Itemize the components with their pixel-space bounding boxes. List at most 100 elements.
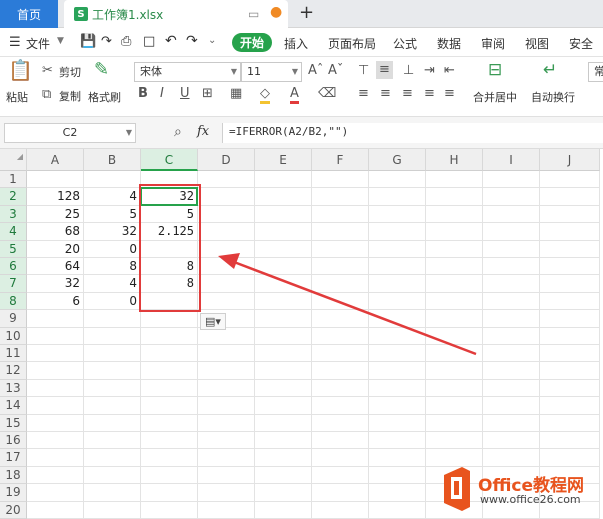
cell-g14[interactable] <box>369 397 426 415</box>
cell-d8[interactable] <box>198 292 255 311</box>
cell-i8[interactable] <box>483 292 540 311</box>
cell-h2[interactable] <box>426 188 483 206</box>
cell-b14[interactable] <box>84 397 141 415</box>
eraser-icon[interactable]: ⌫ <box>318 87 336 101</box>
cell-h8[interactable] <box>426 292 483 311</box>
cell-e14[interactable] <box>255 397 312 415</box>
column-header-g[interactable]: G <box>369 149 426 171</box>
cell-j8[interactable] <box>540 292 600 311</box>
font-color-icon[interactable]: A <box>290 87 299 104</box>
cell-j13[interactable] <box>540 379 600 398</box>
font-size-select[interactable]: 11 ▼ <box>241 62 302 82</box>
cell-h4[interactable] <box>426 223 483 241</box>
wrap-text-button[interactable]: 自动换行 <box>531 89 575 105</box>
outdent-icon[interactable]: ⇤ <box>444 64 455 78</box>
cell-f12[interactable] <box>312 362 369 380</box>
cell-a18[interactable] <box>27 466 84 485</box>
number-format-select[interactable]: 常 <box>588 62 603 82</box>
cell-g20[interactable] <box>369 501 426 519</box>
cell-d17[interactable] <box>198 449 255 467</box>
fx-button[interactable]: fx <box>197 124 209 139</box>
cell-d20[interactable] <box>198 501 255 519</box>
paste-icon[interactable]: 📋 <box>8 60 33 80</box>
column-header-f[interactable]: F <box>312 149 369 171</box>
tab-document[interactable]: S 工作簿1.xlsx ▭ ● <box>64 0 288 28</box>
cell-a20[interactable] <box>27 501 84 519</box>
wrap-text-icon[interactable]: ↵ <box>543 62 557 79</box>
cell-f3[interactable] <box>312 205 369 224</box>
cell-d10[interactable] <box>198 327 255 345</box>
format-painter-icon[interactable]: ✎ <box>94 61 109 79</box>
cell-a11[interactable] <box>27 345 84 363</box>
cell-j3[interactable] <box>540 205 600 224</box>
cell-e19[interactable] <box>255 484 312 502</box>
cell-h9[interactable] <box>426 310 483 328</box>
undo-icon[interactable]: ↶ <box>165 33 177 49</box>
cell-f20[interactable] <box>312 501 369 519</box>
row-header-4[interactable]: 4 <box>0 223 27 241</box>
row-header-10[interactable]: 10 <box>0 327 27 345</box>
cell-g5[interactable] <box>369 240 426 258</box>
cell-a2[interactable]: 128 <box>27 188 84 206</box>
cell-a7[interactable]: 32 <box>27 275 84 293</box>
merge-center-icon[interactable]: ⊟ <box>488 62 502 79</box>
cell-i4[interactable] <box>483 223 540 241</box>
justify-icon[interactable]: ≡ <box>424 87 435 101</box>
column-header-d[interactable]: D <box>198 149 255 171</box>
menu-start[interactable]: 开始 <box>232 33 272 52</box>
cell-a6[interactable]: 64 <box>27 258 84 276</box>
cell-h10[interactable] <box>426 327 483 345</box>
cell-j16[interactable] <box>540 432 600 450</box>
cell-b2[interactable]: 4 <box>84 188 141 206</box>
distributed-icon[interactable]: ≡ <box>444 87 455 101</box>
format-painter-button[interactable]: 格式刷 <box>88 89 121 105</box>
tab-home[interactable]: 首页 <box>0 0 58 28</box>
cell-c1[interactable] <box>141 171 198 189</box>
cell-d2[interactable] <box>198 188 255 206</box>
cell-b15[interactable] <box>84 414 141 432</box>
cell-g9[interactable] <box>369 310 426 328</box>
cell-g7[interactable] <box>369 275 426 293</box>
cell-d11[interactable] <box>198 345 255 363</box>
cell-b12[interactable] <box>84 362 141 380</box>
cell-j7[interactable] <box>540 275 600 293</box>
cell-i13[interactable] <box>483 379 540 398</box>
cell-g19[interactable] <box>369 484 426 502</box>
cell-f7[interactable] <box>312 275 369 293</box>
cell-h5[interactable] <box>426 240 483 258</box>
cell-f9[interactable] <box>312 310 369 328</box>
cell-b7[interactable]: 4 <box>84 275 141 293</box>
cell-b4[interactable]: 32 <box>84 223 141 241</box>
cell-j14[interactable] <box>540 397 600 415</box>
align-middle-icon[interactable]: ≡ <box>376 61 393 79</box>
cell-j15[interactable] <box>540 414 600 432</box>
row-header-16[interactable]: 16 <box>0 432 27 450</box>
cell-a9[interactable] <box>27 310 84 328</box>
cell-c17[interactable] <box>141 449 198 467</box>
cell-c15[interactable] <box>141 414 198 432</box>
cell-b13[interactable] <box>84 379 141 398</box>
cell-d13[interactable] <box>198 379 255 398</box>
cell-j9[interactable] <box>540 310 600 328</box>
cell-f18[interactable] <box>312 466 369 485</box>
cell-e4[interactable] <box>255 223 312 241</box>
hamburger-icon[interactable]: ☰ <box>9 35 21 50</box>
menu-review[interactable]: 审阅 <box>481 35 505 52</box>
cell-h16[interactable] <box>426 432 483 450</box>
align-left-icon[interactable]: ≡ <box>358 87 369 101</box>
row-header-13[interactable]: 13 <box>0 379 27 398</box>
print-preview-icon[interactable]: □ <box>143 34 155 49</box>
output-icon[interactable]: ↷ <box>101 34 112 49</box>
cell-h12[interactable] <box>426 362 483 380</box>
cell-b9[interactable] <box>84 310 141 328</box>
cell-g10[interactable] <box>369 327 426 345</box>
cell-e18[interactable] <box>255 466 312 485</box>
scissors-icon[interactable]: ✂ <box>42 64 53 78</box>
cell-g13[interactable] <box>369 379 426 398</box>
cell-d12[interactable] <box>198 362 255 380</box>
cell-j4[interactable] <box>540 223 600 241</box>
row-header-7[interactable]: 7 <box>0 275 27 293</box>
cell-e15[interactable] <box>255 414 312 432</box>
cell-d19[interactable] <box>198 484 255 502</box>
row-header-11[interactable]: 11 <box>0 345 27 363</box>
